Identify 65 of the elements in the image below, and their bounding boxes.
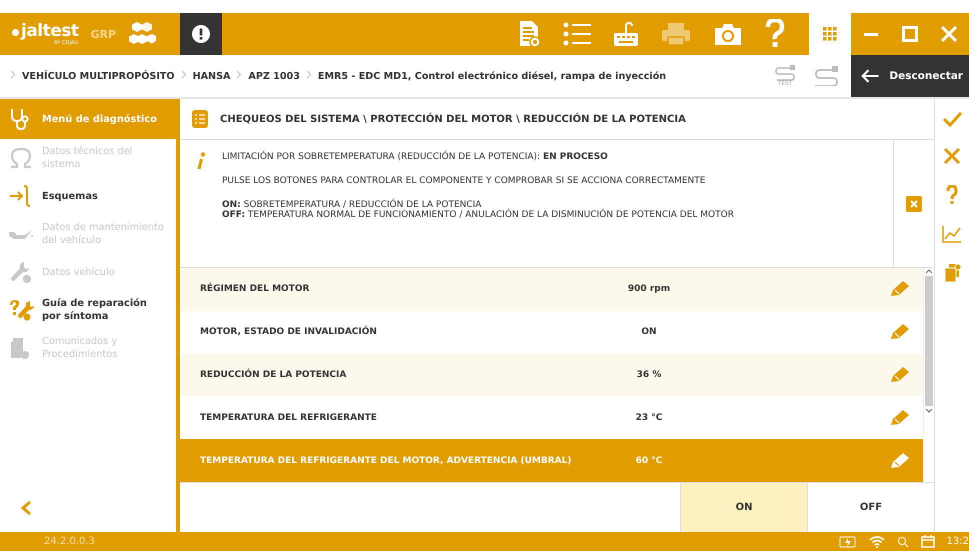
pencil-icon[interactable] [889, 323, 911, 342]
question-wrench-icon [8, 298, 34, 322]
printer-icon[interactable] [661, 22, 691, 46]
close-box-icon[interactable] [906, 196, 922, 212]
back-chevron-icon[interactable] [20, 500, 32, 516]
parameter-name: RÉGIMEN DEL MOTOR [200, 284, 310, 294]
version-label: 24.2.0.0.3 [44, 536, 95, 547]
section-title: CHEQUEOS DEL SISTEMA \ PROTECCIÓN DEL MOTOR \ REDUCCIÓN DE LA POTENCIA [220, 114, 686, 124]
info-text: LIMITACIÓN POR SOBRETEMPERATURA (REDUCCIÓN DE LA POTENCIA): EN PROCESO [222, 152, 609, 162]
cancel-icon[interactable] [943, 147, 961, 165]
parameter-value: 900 rpm [626, 284, 672, 294]
parameter-name: TEMPERATURA DEL REFRIGERANTE [200, 412, 378, 423]
pencil-icon[interactable] [889, 366, 911, 384]
grid-icon [823, 27, 837, 41]
close-icon[interactable] [941, 26, 958, 42]
cubes-icon[interactable] [128, 21, 156, 47]
pencil-icon[interactable] [889, 408, 911, 427]
checklist-icon [192, 110, 208, 128]
check-icon[interactable] [942, 111, 962, 127]
breadcrumb-link[interactable]: HANSA [192, 70, 230, 82]
sidebar-item[interactable]: Guía de reparación por síntoma [0, 291, 176, 329]
maximize-icon[interactable] [902, 26, 918, 42]
scrollbar[interactable] [923, 268, 934, 482]
table-row[interactable]: RÉGIMEN DEL MOTOR 900 rpm [180, 268, 923, 311]
pencil-icon[interactable] [889, 280, 911, 298]
parameter-name: TEMPERATURA DEL REFRIGERANTE DEL MOTOR, ADVERTENCIA (UMBRAL) [200, 456, 572, 466]
edition-label: GRP [90, 28, 116, 40]
breadcrumb-link[interactable]: VEHÍCULO MULTIPROPÓSITO [22, 70, 175, 82]
parameter-value: 36 % [636, 370, 662, 380]
scroll-up-icon[interactable] [925, 268, 933, 274]
legend-text: OFF: TEMPERATURA NORMAL DE FUNCIONAMIENTO / ANULACIÓN DE LA DISMINUCIÓN DE POTENCIA DEL MOTOR [222, 210, 734, 220]
help-icon[interactable] [765, 19, 785, 49]
breadcrumb-link[interactable]: APZ 1003 [248, 70, 300, 82]
omega-icon [8, 146, 34, 170]
help-icon[interactable] [946, 185, 958, 205]
parameter-value: ON [640, 327, 658, 338]
alert-button[interactable] [180, 13, 222, 55]
parameter-value: 60 °C [634, 456, 664, 466]
parameter-name: REDUCCIÓN DE LA POTENCIA [200, 370, 348, 380]
breadcrumb-link[interactable]: EMR5 - EDC MD1, Control electrónico diésel, rampa de inyección [318, 70, 666, 82]
wifi-icon [868, 536, 885, 548]
line-chart-icon[interactable] [942, 225, 962, 243]
info-text: PULSE LOS BOTONES PARA CONTROLAR EL COMPONENTE Y COMPROBAR SI SE ACCIONA CORRECTAMENTE [222, 176, 706, 186]
legend-text: ON: SOBRETEMPERATURA / REDUCCIÓN DE LA POTENCIA [222, 200, 482, 210]
search-icon [896, 536, 909, 548]
connector-icon[interactable] [813, 66, 839, 86]
exclamation-icon [192, 25, 210, 43]
toggle-button[interactable]: ON [680, 483, 807, 532]
list-icon[interactable] [563, 21, 591, 47]
pencil-icon[interactable] [889, 452, 911, 470]
camera-icon[interactable] [713, 22, 743, 46]
keyboard-icon[interactable] [613, 21, 639, 47]
calendar-icon [920, 535, 935, 548]
disconnect-button[interactable]: Desconectar [851, 55, 969, 97]
clock-time: 13:2 [946, 536, 969, 547]
wrench-icon [8, 260, 34, 284]
battery-charging-icon [838, 536, 857, 548]
parameter-name: MOTOR, ESTADO DE INVALIDACIÓN [200, 327, 378, 338]
table-row[interactable]: REDUCCIÓN DE LA POTENCIA 36 % [180, 354, 923, 396]
info-icon [196, 152, 206, 170]
sidebar-item[interactable]: Esquemas [0, 177, 176, 215]
back-arrow-icon [861, 68, 880, 84]
document-view-icon[interactable] [519, 20, 541, 48]
scroll-down-icon[interactable] [925, 408, 933, 414]
parameter-value: 23 °C [634, 412, 664, 423]
